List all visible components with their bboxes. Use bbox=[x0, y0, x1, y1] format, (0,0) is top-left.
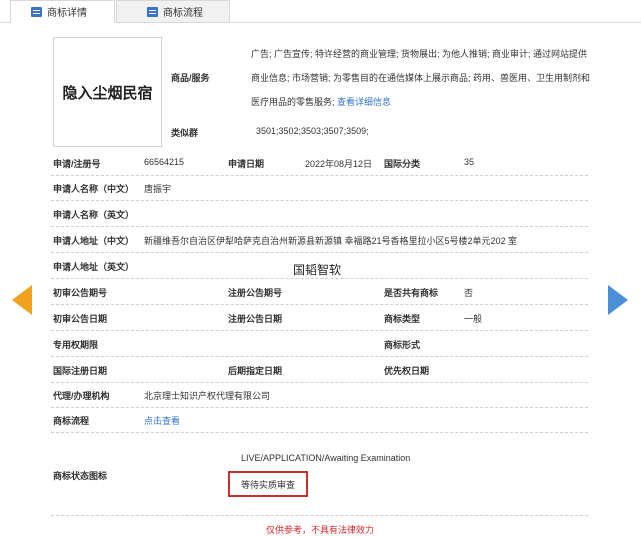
disclaimer-text: 仅供参考，不具有法律效力 bbox=[266, 525, 375, 535]
status-cn-text: 等待实质审查 bbox=[240, 479, 295, 490]
intl-reg-date-label: 国际注册日期 bbox=[53, 366, 108, 376]
exclusive-period-label: 专用权期限 bbox=[53, 340, 99, 350]
tab-bar: 商标详情 商标流程 bbox=[0, 0, 641, 23]
applicant-cn-label: 申请人名称（中文） bbox=[53, 184, 135, 194]
divider bbox=[51, 200, 588, 201]
address-cn-label: 申请人地址（中文） bbox=[53, 236, 135, 246]
priority-date-label: 优先权日期 bbox=[384, 366, 430, 376]
shared-label: 是否共有商标 bbox=[384, 288, 439, 298]
process-view-link[interactable]: 点击查看 bbox=[144, 414, 180, 427]
process-label: 商标流程 bbox=[53, 416, 90, 426]
tab-trademark-detail[interactable]: 商标详情 bbox=[10, 0, 115, 23]
applicant-en-label: 申请人名称（英文） bbox=[53, 210, 135, 220]
trademark-image: 隐入尘烟民宿 bbox=[53, 37, 162, 147]
prelim-pub-no-label: 初审公告期号 bbox=[53, 288, 108, 298]
reg-no-label: 申请/注册号 bbox=[53, 159, 101, 169]
prelim-pub-date-label: 初审公告日期 bbox=[53, 314, 108, 324]
services-text: 广告; 广告宣传; 特许经营的商业管理; 货物展出; 为他人推销; 商业审计; … bbox=[251, 42, 591, 114]
tm-type-label: 商标类型 bbox=[384, 314, 421, 324]
divider bbox=[51, 304, 588, 305]
similar-group-value: 3501;3502;3503;3507;3509; bbox=[256, 126, 369, 136]
watermark-text: 国韬智软 bbox=[293, 263, 342, 277]
divider bbox=[51, 382, 588, 383]
tm-form-label: 商标形式 bbox=[384, 340, 421, 350]
status-badge: 等待实质审查 bbox=[228, 471, 308, 497]
divider bbox=[51, 407, 588, 408]
status-en-text: LIVE/APPLICATION/Awaiting Examination bbox=[241, 453, 411, 463]
divider bbox=[51, 432, 588, 433]
services-value: 广告; 广告宣传; 特许经营的商业管理; 货物展出; 为他人推销; 商业审计; … bbox=[251, 49, 591, 107]
divider bbox=[51, 175, 588, 176]
divider bbox=[51, 278, 588, 279]
similar-group-label: 类似群 bbox=[171, 128, 199, 138]
divider bbox=[51, 356, 588, 357]
tab-label: 商标流程 bbox=[163, 8, 203, 19]
next-arrow-icon[interactable] bbox=[608, 285, 628, 315]
previous-arrow-icon[interactable] bbox=[12, 285, 32, 315]
services-label: 商品/服务 bbox=[171, 73, 210, 83]
tm-type-value: 一般 bbox=[464, 314, 483, 324]
tab-label: 商标详情 bbox=[47, 8, 87, 19]
intl-class-value: 35 bbox=[464, 157, 475, 167]
intl-class-label: 国际分类 bbox=[384, 159, 421, 169]
address-en-label: 申请人地址（英文） bbox=[53, 262, 135, 272]
divider bbox=[51, 252, 588, 253]
reg-no-value: 66564215 bbox=[144, 157, 185, 167]
shared-value: 否 bbox=[464, 288, 474, 298]
trademark-image-text: 隐入尘烟民宿 bbox=[62, 83, 153, 102]
apply-date-value: 2022年08月12日 bbox=[305, 159, 373, 169]
tab-trademark-process[interactable]: 商标流程 bbox=[116, 0, 230, 23]
reg-pub-no-label: 注册公告期号 bbox=[228, 288, 283, 298]
later-date-label: 后期指定日期 bbox=[228, 366, 283, 376]
list-icon bbox=[147, 6, 158, 17]
status-label: 商标状态图标 bbox=[53, 471, 108, 481]
apply-date-label: 申请日期 bbox=[228, 159, 265, 169]
applicant-cn-value: 唐振宇 bbox=[144, 184, 172, 194]
divider bbox=[51, 226, 588, 227]
document-icon bbox=[31, 6, 42, 17]
divider bbox=[51, 330, 588, 331]
divider bbox=[51, 515, 588, 516]
agent-label: 代理/办理机构 bbox=[53, 391, 110, 401]
reg-pub-date-label: 注册公告日期 bbox=[228, 314, 283, 324]
view-details-link[interactable]: 查看详细信息 bbox=[337, 97, 391, 107]
address-cn-value: 新疆维吾尔自治区伊犁哈萨克自治州新源县新源镇 幸福路21号香格里拉小区5号楼2单… bbox=[144, 236, 518, 246]
agent-value: 北京理士知识产权代理有限公司 bbox=[144, 391, 271, 401]
